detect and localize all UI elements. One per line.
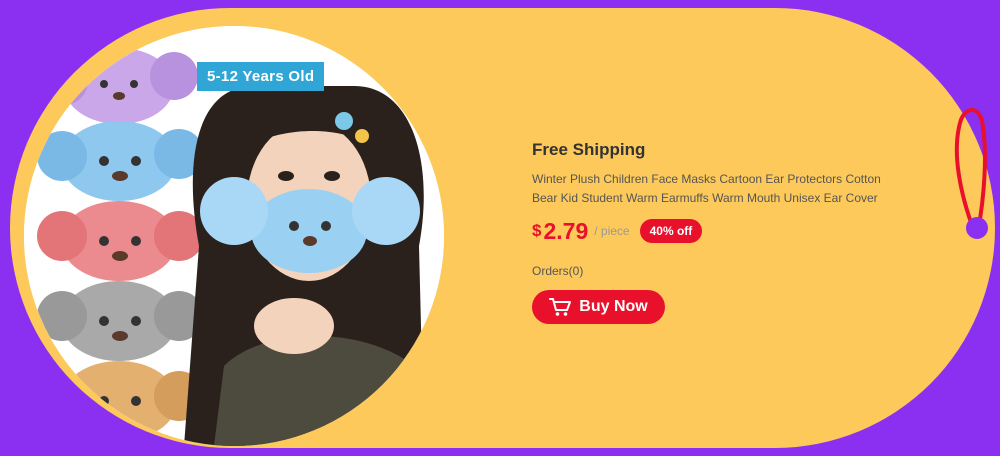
age-range-badge: 5-12 Years Old bbox=[197, 62, 325, 91]
product-info: Free Shipping Winter Plush Children Face… bbox=[532, 140, 892, 278]
product-image[interactable]: 5-12 Years Old bbox=[24, 26, 444, 446]
buy-now-button[interactable]: Buy Now bbox=[532, 290, 665, 324]
hang-string-icon bbox=[950, 103, 995, 248]
orders-count: Orders(0) bbox=[532, 264, 584, 278]
price-value: 2.79 bbox=[543, 217, 589, 244]
price-unit: / piece bbox=[594, 224, 630, 238]
product-title: Free Shipping bbox=[532, 140, 646, 159]
cart-icon bbox=[549, 298, 572, 316]
child-figure bbox=[184, 86, 424, 446]
buy-now-label: Buy Now bbox=[579, 298, 648, 315]
discount-badge: 40% off bbox=[639, 219, 703, 243]
price-row: $ 2.79 / piece 40% off bbox=[532, 214, 892, 248]
product-description: Winter Plush Children Face Masks Cartoon… bbox=[532, 172, 881, 205]
banner-background: 5-12 Years Old Free Shipping Winter Plus… bbox=[0, 0, 1000, 456]
currency-symbol: $ bbox=[532, 221, 542, 240]
